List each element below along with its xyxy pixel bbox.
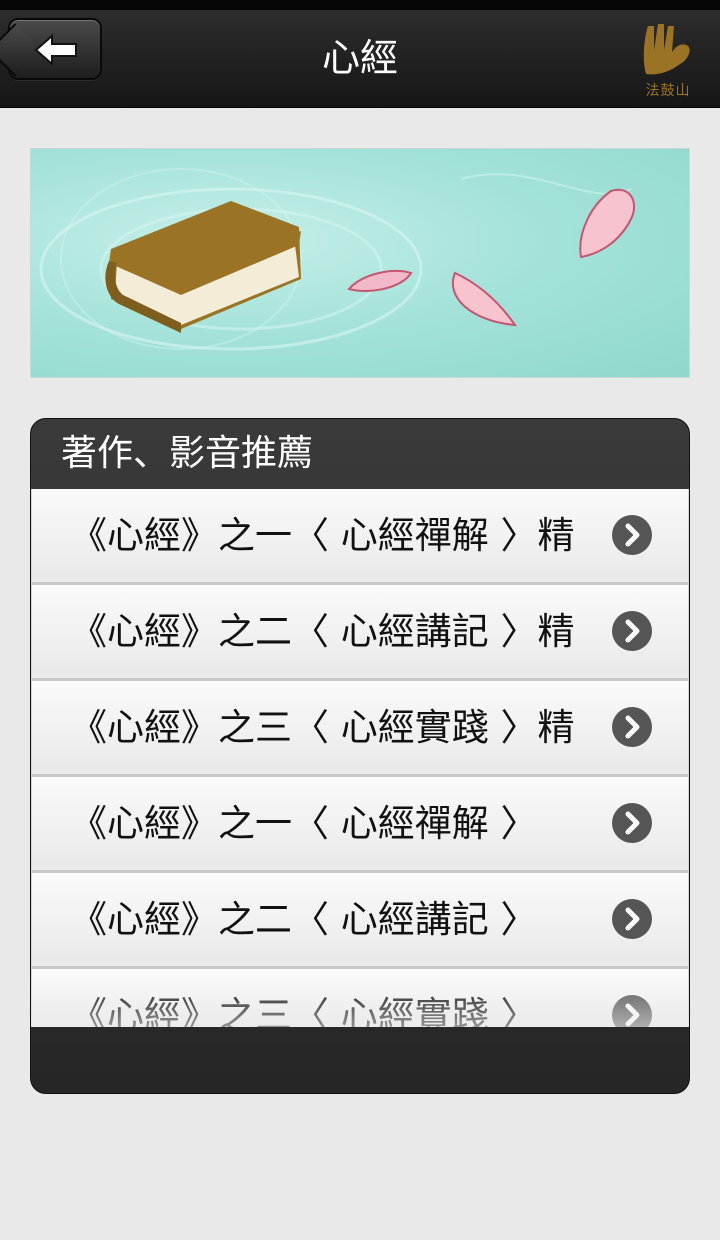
- recommendations-panel: 著作、影音推薦 《心經》之一〈 心經禪解 〉精 《心經》之二〈 心經講記 〉精 …: [30, 418, 690, 1094]
- recommendations-list[interactable]: 《心經》之一〈 心經禪解 〉精 《心經》之二〈 心經講記 〉精 《心經》之三〈 …: [31, 489, 689, 1027]
- chevron-right-icon[interactable]: [612, 803, 652, 843]
- list-item[interactable]: 《心經》之二〈 心經講記 〉: [32, 873, 688, 969]
- list-item-label: 《心經》之一〈 心經禪解 〉: [70, 802, 538, 845]
- status-bar: [0, 0, 720, 10]
- list-item-label: 《心經》之一〈 心經禪解 〉精: [70, 514, 575, 557]
- list-item-label: 《心經》之二〈 心經講記 〉: [70, 898, 538, 941]
- list-item[interactable]: 《心經》之三〈 心經實踐 〉精: [32, 681, 688, 777]
- list-item[interactable]: 《心經》之二〈 心經講記 〉精: [32, 585, 688, 681]
- chevron-right-icon[interactable]: [612, 515, 652, 555]
- page-title: 心經: [321, 36, 398, 80]
- chevron-right-icon[interactable]: [612, 611, 652, 651]
- list-item[interactable]: 《心經》之一〈 心經禪解 〉: [32, 777, 688, 873]
- panel-title: 著作、影音推薦: [61, 433, 314, 474]
- chevron-right-icon[interactable]: [612, 707, 652, 747]
- hand-logo-icon: [643, 24, 690, 75]
- chevron-right-icon[interactable]: [612, 899, 652, 939]
- list-item[interactable]: 《心經》之三〈 心經實踐 〉: [32, 969, 688, 1027]
- list-item-label: 《心經》之三〈 心經實踐 〉: [70, 994, 538, 1027]
- list-item-label: 《心經》之二〈 心經講記 〉精: [70, 610, 575, 653]
- chevron-right-icon[interactable]: [612, 995, 652, 1027]
- list-item[interactable]: 《心經》之一〈 心經禪解 〉精: [32, 489, 688, 585]
- logo: 法鼓山: [636, 20, 700, 100]
- book-and-petals-illustration: [39, 168, 636, 351]
- banner-image: [30, 148, 690, 378]
- logo-text: 法鼓山: [645, 83, 691, 99]
- list-item-label: 《心經》之三〈 心經實踐 〉精: [70, 706, 575, 749]
